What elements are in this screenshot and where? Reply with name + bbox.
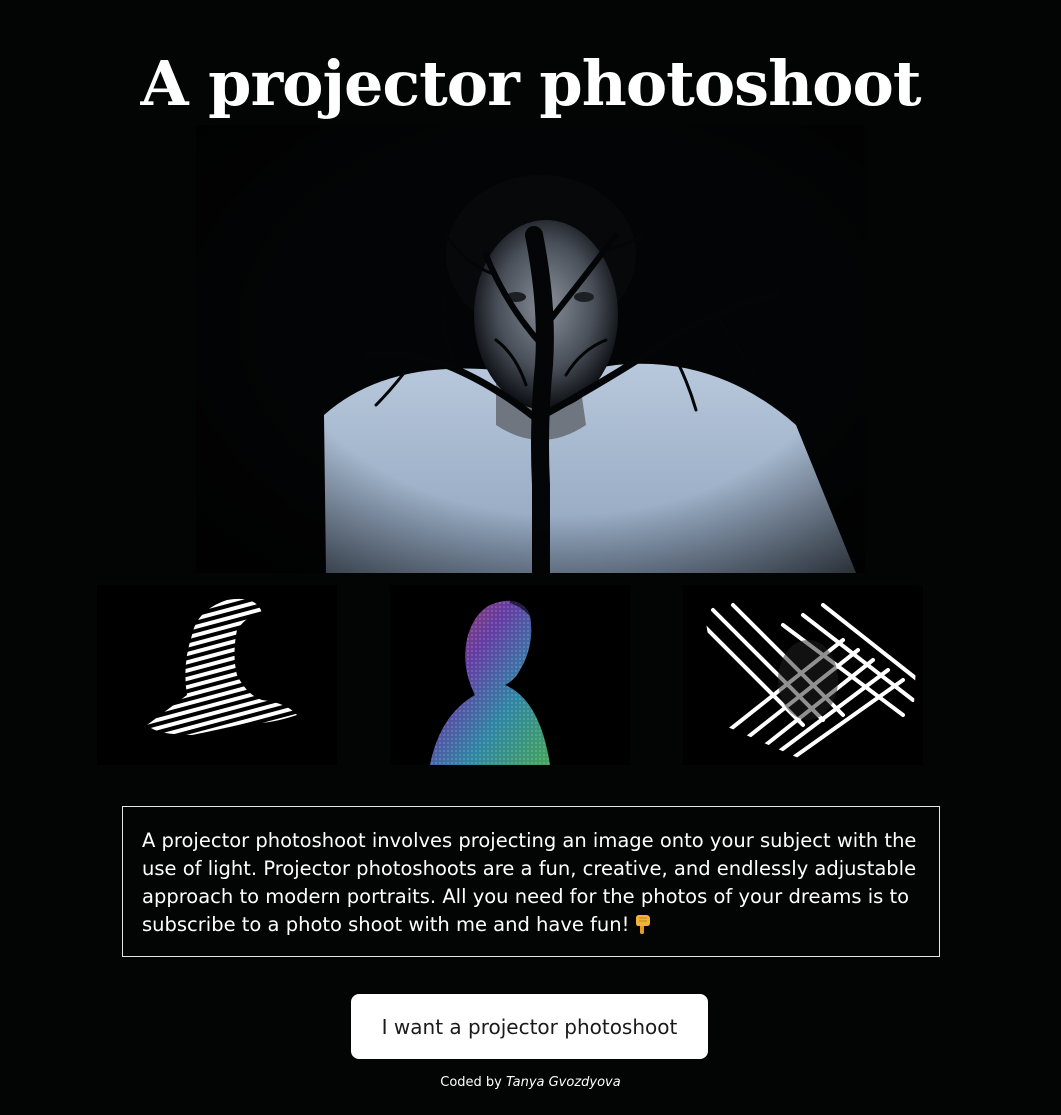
author-link[interactable]: Tanya Gvozdyova — [506, 1075, 621, 1090]
footer-prefix: Coded by — [440, 1075, 502, 1090]
gallery-thumb-diagonal-stripes — [683, 585, 923, 765]
gallery-thumb-stripes-figure — [97, 585, 337, 765]
description-text: A projector photoshoot involves projecti… — [142, 829, 917, 936]
footer: Coded by Tanya Gvozdyova — [0, 1075, 1061, 1090]
cta-button[interactable]: I want a projector photoshoot — [351, 994, 708, 1059]
pointing-down-hand-icon — [632, 913, 654, 935]
page: A projector photoshoot A projector photo… — [0, 0, 1061, 1115]
page-title: A projector photoshoot — [140, 47, 921, 120]
description-box: A projector photoshoot involves projecti… — [122, 806, 940, 957]
gallery-thumb-colorful-portrait — [390, 585, 630, 765]
hero-photo — [196, 125, 865, 573]
